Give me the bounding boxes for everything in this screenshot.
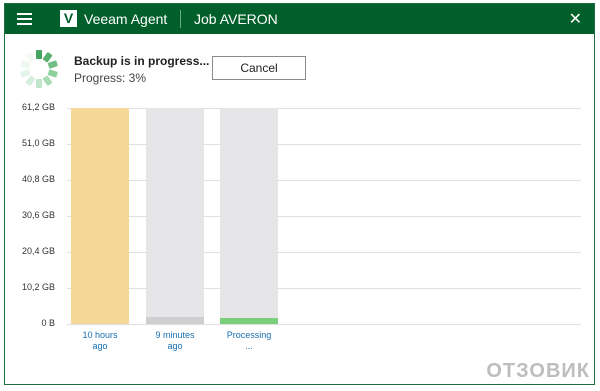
bar: [220, 318, 278, 324]
progress-label: Progress: 3%: [74, 71, 147, 85]
y-tick-label: 10,2 GB: [21, 282, 55, 292]
close-icon[interactable]: ✕: [569, 9, 582, 29]
grid-line: [67, 180, 581, 181]
progress-spinner-icon: [20, 50, 58, 88]
status-title: Backup is in progress...: [74, 54, 210, 68]
y-tick-label: 40,8 GB: [21, 174, 55, 184]
grid-line: [67, 324, 581, 325]
bar-track: [146, 108, 204, 324]
title-separator: [180, 10, 181, 28]
cancel-button[interactable]: Cancel: [212, 56, 306, 80]
y-tick-label: 61,2 GB: [21, 102, 55, 112]
grid-line: [67, 252, 581, 253]
bar-track: [71, 108, 129, 324]
bar: [146, 316, 204, 324]
app-title: Veeam Agent: [84, 11, 168, 27]
y-tick-label: 30,6 GB: [21, 210, 55, 220]
title-bar: V Veeam Agent Job AVERON ✕: [5, 4, 594, 34]
grid-line: [67, 216, 581, 217]
veeam-agent-window: V Veeam Agent Job AVERON ✕ Backup is in …: [4, 3, 595, 385]
menu-icon[interactable]: [17, 13, 32, 25]
x-category-label-line: 9 minutes: [155, 330, 195, 340]
x-category-label-line: 10 hours: [82, 330, 118, 340]
x-category-label-line: Processing: [226, 330, 272, 340]
watermark-logo: ОТЗОВИК: [486, 360, 590, 382]
bar-track: [220, 108, 278, 324]
grid-line: [67, 108, 581, 109]
x-category-label[interactable]: 10 hours ago: [65, 330, 135, 352]
x-category-label-line: ago: [92, 341, 108, 351]
bar: [71, 108, 129, 324]
x-category-label[interactable]: Processing...: [214, 330, 284, 352]
x-category-label-line: ago: [167, 341, 183, 351]
grid-line: [67, 288, 581, 289]
job-title: Job AVERON: [194, 11, 278, 27]
x-category-label[interactable]: 9 minutes ago: [140, 330, 210, 352]
y-tick-label: 20,4 GB: [21, 246, 55, 256]
y-tick-label: 51,0 GB: [21, 138, 55, 148]
y-tick-label: 0 B: [41, 318, 55, 328]
x-category-label-line: ...: [245, 341, 253, 351]
grid-line: [67, 144, 581, 145]
veeam-logo-icon: V: [60, 10, 77, 27]
